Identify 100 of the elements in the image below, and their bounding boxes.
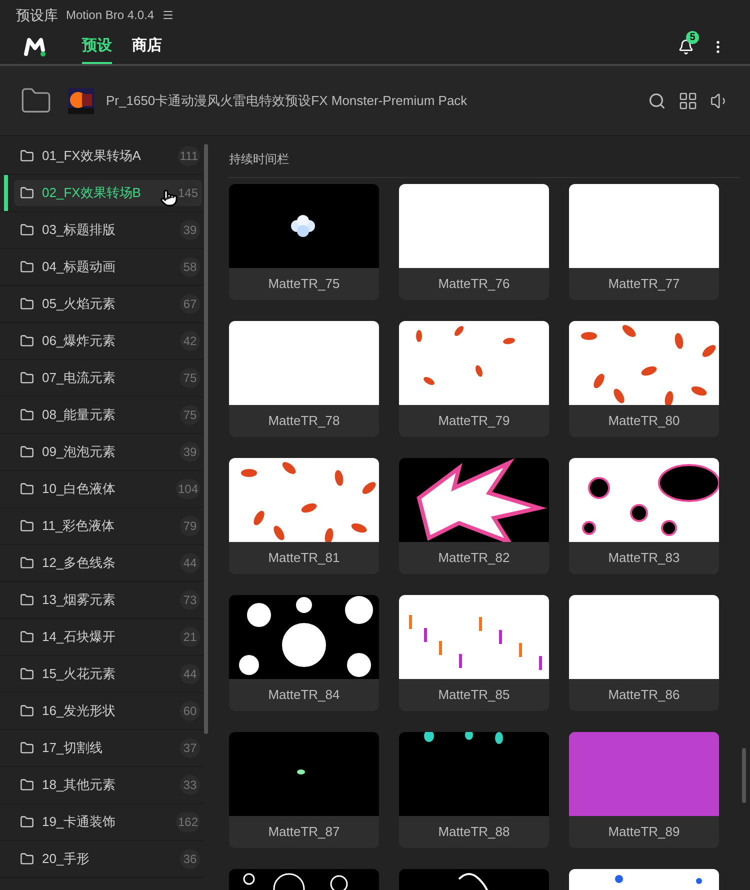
folder-icon <box>20 149 34 163</box>
section-title: 持续时间栏 <box>229 150 289 168</box>
folder-icon <box>20 408 34 422</box>
category-name: 20_手形 <box>42 850 90 868</box>
preset-name: MatteTR_84 <box>267 686 341 704</box>
folder-icon <box>20 334 34 348</box>
category-name: 09_泡泡元素 <box>42 443 116 462</box>
preset-card[interactable]: MatteTR_79 <box>399 321 549 437</box>
preset-card[interactable]: MatteTR_83 <box>569 458 719 574</box>
preset-name: MatteTR_75 <box>267 275 341 294</box>
preset-card[interactable]: MatteTR_84 <box>229 595 379 711</box>
folder-icon <box>20 815 34 829</box>
sidebar-item[interactable]: 20_手形 36 <box>14 846 202 872</box>
preset-name: MatteTR_85 <box>437 686 511 704</box>
folder-icon <box>20 371 34 385</box>
tab[interactable]: 预设 <box>82 30 112 64</box>
tab[interactable]: 商店 <box>132 30 162 64</box>
folder-icon <box>20 852 34 866</box>
preset-name: MatteTR_89 <box>607 823 681 842</box>
notification-icon[interactable] <box>678 39 694 55</box>
search-icon[interactable] <box>648 92 666 110</box>
category-name: 01_FX效果转场A <box>42 147 141 166</box>
sidebar-item[interactable]: 05_火焰元素 67 <box>14 291 202 317</box>
category-name: 19_卡通装饰 <box>42 813 116 832</box>
category-name: 13_烟雾元素 <box>42 591 116 610</box>
sidebar-item[interactable]: 01_FX效果转场A 111 <box>14 143 202 169</box>
item-count: 104 <box>176 479 200 499</box>
cursor-icon <box>160 189 178 207</box>
folder-icon <box>20 556 34 570</box>
sidebar-item[interactable]: 13_烟雾元素 73 <box>14 587 202 613</box>
preset-name: MatteTR_86 <box>607 686 681 704</box>
preset-name: MatteTR_87 <box>267 823 341 842</box>
preset-card[interactable]: MatteTR_87 <box>229 732 379 848</box>
category-name: 06_爆炸元素 <box>42 332 116 350</box>
category-name: 12_多色线条 <box>42 554 116 572</box>
preset-name: MatteTR_88 <box>437 823 511 842</box>
folder-icon <box>20 223 34 237</box>
category-name: 10_白色液体 <box>42 480 116 498</box>
folder-icon <box>20 297 34 311</box>
folder-icon <box>20 778 34 792</box>
category-name: 08_能量元素 <box>42 406 116 424</box>
folder-icon <box>20 667 34 681</box>
preset-card[interactable]: MatteTR_80 <box>569 321 719 437</box>
preset-card[interactable]: MatteTR_75 <box>229 184 379 300</box>
sidebar-item[interactable]: 03_标题排版 39 <box>14 217 202 243</box>
sidebar-item[interactable]: 07_电流元素 75 <box>14 365 202 391</box>
item-count: 111 <box>178 146 200 166</box>
preset-card[interactable]: MatteTR_82 <box>399 458 549 574</box>
sidebar-item[interactable]: 12_多色线条 44 <box>14 550 202 576</box>
folder-icon <box>20 260 34 274</box>
item-count: 67 <box>180 294 200 314</box>
preset-name: MatteTR_76 <box>437 275 511 294</box>
sidebar-item[interactable]: 02_FX效果转场B 145 <box>14 180 202 206</box>
pack-title: Pr_1650卡通动漫风火雷电特效预设FX Monster-Premium Pack <box>106 92 468 110</box>
item-count: 36 <box>180 849 200 869</box>
preset-card[interactable]: MatteTR_86 <box>569 595 719 711</box>
preset-card[interactable]: MatteTR_77 <box>569 184 719 300</box>
sidebar-item[interactable]: 18_其他元素 33 <box>14 772 202 798</box>
folder-icon <box>20 630 34 644</box>
sidebar-item[interactable]: 09_泡泡元素 39 <box>14 439 202 465</box>
category-name: 03_标题排版 <box>42 221 116 240</box>
menu-icon[interactable] <box>162 9 174 21</box>
category-name: 17_切割线 <box>42 739 103 758</box>
category-name: 02_FX效果转场B <box>42 184 141 202</box>
preset-card[interactable]: MatteTR_76 <box>399 184 549 300</box>
preset-card[interactable]: MatteTR_85 <box>399 595 549 711</box>
sidebar-item[interactable]: 15_火花元素 44 <box>14 661 202 687</box>
folder-icon <box>20 445 34 459</box>
category-name: 14_石块爆开 <box>42 628 116 646</box>
item-count: 75 <box>180 368 200 388</box>
preset-name: MatteTR_80 <box>607 412 681 430</box>
preset-card[interactable]: MatteTR_88 <box>399 732 549 848</box>
sidebar-item[interactable]: 14_石块爆开 21 <box>14 624 202 650</box>
preset-name: MatteTR_79 <box>437 412 511 430</box>
preset-name: MatteTR_82 <box>437 549 511 568</box>
preset-card[interactable]: MatteTR_81 <box>229 458 379 574</box>
sidebar-item[interactable]: 08_能量元素 75 <box>14 402 202 428</box>
sidebar-item[interactable]: 06_爆炸元素 42 <box>14 328 202 354</box>
folder-icon <box>20 741 34 755</box>
preset-name: MatteTR_78 <box>267 412 341 430</box>
folder-icon <box>20 704 34 718</box>
preset-name: MatteTR_83 <box>607 549 681 568</box>
sidebar-item[interactable]: 10_白色液体 104 <box>14 476 202 502</box>
sidebar-item[interactable]: 17_切割线 37 <box>14 735 202 761</box>
item-count: 73 <box>180 590 200 610</box>
item-count: 79 <box>180 516 200 536</box>
folder-icon <box>20 519 34 533</box>
sidebar-item[interactable]: 19_卡通装饰 162 <box>14 809 202 835</box>
preset-card[interactable]: MatteTR_78 <box>229 321 379 437</box>
preset-name: MatteTR_77 <box>607 275 681 294</box>
sidebar-item[interactable]: 04_标题动画 58 <box>14 254 202 280</box>
preset-card[interactable]: MatteTR_89 <box>569 732 719 848</box>
item-count: 162 <box>176 812 200 832</box>
item-count: 58 <box>180 257 200 277</box>
grid-view-icon[interactable] <box>678 90 698 110</box>
item-count: 37 <box>180 738 200 758</box>
sidebar-item[interactable]: 16_发光形状 60 <box>14 698 202 724</box>
sidebar-item[interactable]: 11_彩色液体 79 <box>14 513 202 539</box>
logo-icon <box>24 37 46 57</box>
item-count: 21 <box>180 627 200 647</box>
